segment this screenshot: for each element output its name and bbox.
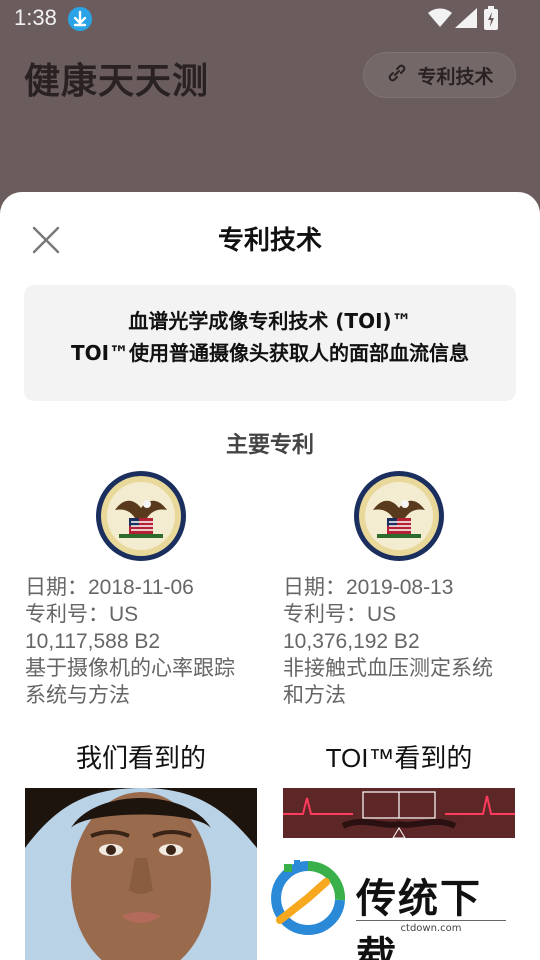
patent-number-label: 专利号：US [283,603,397,626]
uspto-seal-icon [95,470,187,562]
patent-number-label: 专利号：US [25,603,139,626]
link-icon [385,61,409,90]
patent-date: 日期：2019-08-13 [283,576,454,599]
face-photo [25,788,257,960]
toi-scan-image [283,788,515,838]
watermark-name: 传统下载 [356,876,482,960]
main-patents-title: 主要专利 [225,433,314,458]
watermark-url: ctdown.com [356,920,506,934]
what-toi-sees-title: TOI™看到的 [325,743,473,773]
patent-card: 日期：2018-11-06 专利号：US 10,117,588 B2 基于摄像机… [25,470,265,709]
status-time: 1:38 [14,5,57,30]
tech-info-box: 血谱光学成像专利技术 (TOI)™ TOI™使用普通摄像头获取人的面部血流信息 [24,285,516,401]
patent-number: 10,117,588 B2 [25,630,161,653]
download-icon [68,7,92,31]
status-bar: 1:38 [0,0,540,36]
patent-desc: 和方法 [283,684,346,707]
tech-line-1: 血谱光学成像专利技术 (TOI)™ [128,309,412,333]
uspto-seal-icon [353,470,445,562]
patent-button[interactable]: 专利技术 [363,52,516,98]
patent-desc: 非接触式血压测定系统 [283,657,493,680]
sheet-title: 专利技术 [217,226,322,256]
patent-number: 10,376,192 B2 [283,630,420,653]
tech-line-2: TOI™使用普通摄像头获取人的面部血流信息 [70,341,470,365]
patent-sheet: 专利技术 血谱光学成像专利技术 (TOI)™ TOI™使用普通摄像头获取人的面部… [0,192,540,960]
what-we-see-title: 我们看到的 [75,743,206,773]
patent-card: 日期：2019-08-13 专利号：US 10,376,192 B2 非接触式血… [283,470,523,709]
patent-date: 日期：2018-11-06 [25,576,194,599]
battery-charging-icon [484,6,498,34]
app-title: 健康天天测 [24,61,210,102]
watermark-logo-icon [271,860,346,935]
patent-desc: 基于摄像机的心率跟踪 [25,657,235,680]
watermark: 传统下载 ctdown.com [268,858,518,960]
patent-desc: 系统与方法 [25,684,130,707]
signal-icon [455,8,477,32]
patent-button-label: 专利技术 [417,65,494,88]
wifi-icon [428,8,452,32]
